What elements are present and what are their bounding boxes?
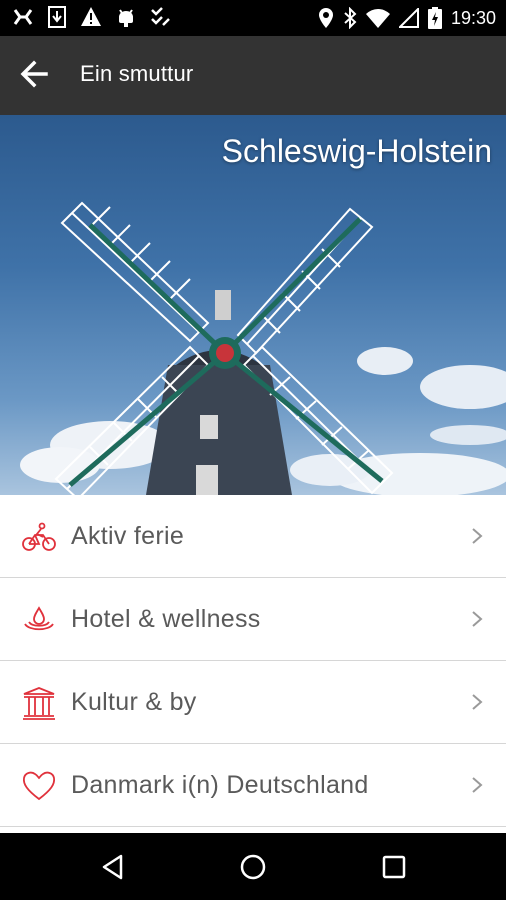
list-item-kultur-by[interactable]: Kultur & by <box>0 661 506 744</box>
chevron-right-icon <box>472 611 483 627</box>
chevron-right-icon <box>472 777 483 793</box>
region-title: Schleswig-Holstein <box>221 133 492 169</box>
museum-icon <box>23 687 55 720</box>
usb-debug-icon <box>13 9 33 25</box>
app-toolbar: Ein smuttur <box>0 36 506 115</box>
signal-icon <box>398 8 419 28</box>
back-triangle-icon <box>102 854 123 880</box>
category-list: Aktiv ferie Hotel & wellness Kultur & by… <box>0 495 506 827</box>
status-bar-time: 19:30 <box>450 8 496 28</box>
download-icon <box>48 6 66 28</box>
nav-back-button[interactable] <box>96 850 130 884</box>
nav-recents-button[interactable] <box>377 850 411 884</box>
windmill-image <box>20 201 506 495</box>
list-item-hotel-wellness[interactable]: Hotel & wellness <box>0 578 506 661</box>
heart-icon <box>22 771 56 801</box>
bicycle-icon <box>22 522 56 551</box>
recents-square-icon <box>382 855 406 879</box>
list-item-label: Aktiv ferie <box>71 522 185 550</box>
list-item-danmark-deutschland[interactable]: Danmark i(n) Deutschland <box>0 744 506 827</box>
warning-icon <box>81 7 101 26</box>
status-bar-left <box>12 6 170 28</box>
list-item-label: Hotel & wellness <box>71 605 261 633</box>
list-item-label: Kultur & by <box>71 688 197 716</box>
home-circle-icon <box>240 854 266 880</box>
page-title: Ein smuttur <box>80 61 194 86</box>
chevron-right-icon <box>472 528 483 544</box>
android-icon <box>119 9 133 27</box>
water-drop-icon <box>24 606 54 631</box>
status-bar-right: 19:30 <box>318 6 496 30</box>
battery-charging-icon <box>427 7 442 29</box>
nav-home-button[interactable] <box>236 850 270 884</box>
status-bar: 19:30 <box>0 0 506 36</box>
list-item-label: Danmark i(n) Deutschland <box>71 771 369 799</box>
checklist-icon <box>151 7 170 26</box>
back-button[interactable] <box>18 58 58 94</box>
bluetooth-icon <box>344 7 357 29</box>
wifi-icon <box>365 9 390 28</box>
location-icon <box>318 8 333 28</box>
system-navigation-bar <box>0 833 506 900</box>
arrow-back-icon <box>20 60 48 88</box>
list-item-aktiv-ferie[interactable]: Aktiv ferie <box>0 495 506 578</box>
hero-banner: Schleswig-Holstein <box>0 115 506 495</box>
chevron-right-icon <box>472 694 483 710</box>
